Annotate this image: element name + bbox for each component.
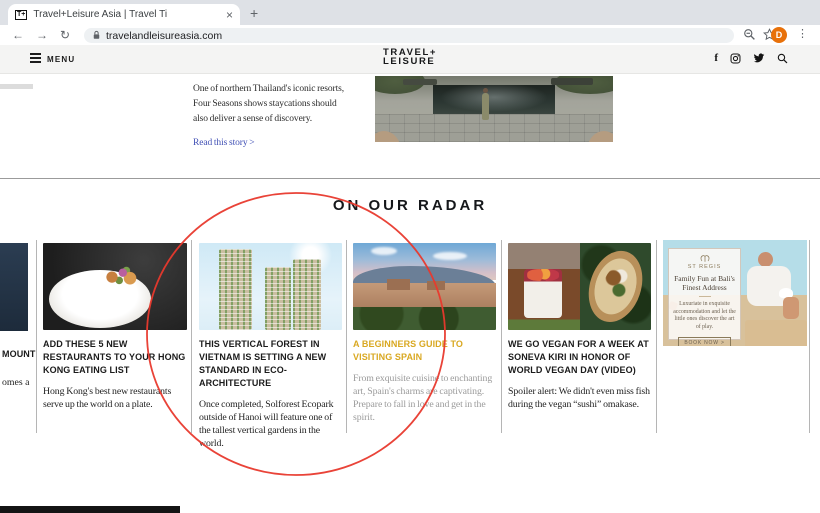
browser-tab[interactable]: T+ Travel+Leisure Asia | Travel Ti × bbox=[8, 4, 240, 25]
logo-line-2: LEISURE bbox=[383, 58, 437, 67]
browser-menu-icon[interactable]: ⋮ bbox=[797, 27, 808, 40]
plated-food bbox=[103, 265, 139, 287]
card-separator bbox=[656, 240, 657, 433]
card-excerpt: Spoiler alert: We didn't even miss fish … bbox=[508, 385, 651, 411]
fortress bbox=[353, 283, 496, 309]
ad-divider bbox=[699, 296, 711, 297]
ad-photo-sandcastle bbox=[745, 320, 807, 346]
card-image-alhambra[interactable] bbox=[353, 243, 496, 330]
wooden-platter bbox=[580, 244, 652, 329]
radar-card-spain-guide[interactable]: A BEGINNERS GUIDE TO VISITING SPAIN From… bbox=[353, 243, 496, 424]
facebook-icon[interactable]: f bbox=[714, 52, 718, 64]
new-tab-icon[interactable]: + bbox=[250, 4, 258, 22]
zoom-indicator-icon[interactable] bbox=[743, 28, 756, 41]
ad-text-panel[interactable]: ST REGIS Family Fun at Bali's Finest Add… bbox=[668, 248, 741, 340]
st-regis-crest-icon bbox=[699, 253, 711, 263]
previous-slide-fragment bbox=[0, 84, 33, 89]
radar-heading: ON OUR RADAR bbox=[0, 197, 820, 214]
radar-card-vietnam-vertical-forest[interactable]: THIS VERTICAL FOREST IN VIETNAM IS SETTI… bbox=[199, 243, 342, 450]
radar-card-hong-kong-restaurants[interactable]: ADD THESE 5 NEW RESTAURANTS TO YOUR HONG… bbox=[43, 243, 187, 411]
card-excerpt: From exquisite cuisine to enchanting art… bbox=[353, 372, 496, 424]
ad-photo-father bbox=[758, 252, 773, 267]
forward-icon[interactable]: → bbox=[36, 29, 48, 41]
card-separator bbox=[809, 240, 810, 433]
vegan-cake bbox=[524, 269, 563, 318]
hamburger-icon bbox=[30, 53, 41, 65]
menu-button[interactable]: MENU bbox=[30, 53, 75, 65]
twitter-icon[interactable] bbox=[753, 53, 765, 64]
cloud bbox=[371, 247, 397, 255]
card-title-link[interactable]: ADD THESE 5 NEW RESTAURANTS TO YOUR HONG… bbox=[43, 338, 187, 377]
featured-story-image[interactable] bbox=[375, 76, 613, 142]
lock-icon bbox=[92, 30, 101, 41]
resort-pool bbox=[433, 85, 555, 114]
screen: T+ Travel+Leisure Asia | Travel Ti × + ←… bbox=[0, 0, 820, 513]
ad-photo-child bbox=[783, 297, 799, 319]
profile-avatar[interactable]: D bbox=[771, 27, 787, 43]
social-links: f bbox=[714, 52, 788, 64]
tree-line bbox=[353, 307, 496, 330]
ad-headline: Family Fun at Bali's Finest Address bbox=[673, 274, 736, 292]
read-story-link[interactable]: Read this story > bbox=[193, 136, 345, 151]
section-divider bbox=[0, 178, 820, 179]
url-text: travelandleisureasia.com bbox=[106, 30, 222, 42]
card-separator bbox=[191, 240, 192, 433]
fortress-tower bbox=[427, 281, 444, 290]
close-tab-icon[interactable]: × bbox=[226, 8, 233, 22]
partial-card-body-fragment: omes a bbox=[2, 377, 29, 388]
stone-pavers bbox=[375, 114, 613, 142]
card-image-vegan-food[interactable] bbox=[508, 243, 651, 330]
browser-tab-bar: T+ Travel+Leisure Asia | Travel Ti × + bbox=[0, 0, 820, 25]
walking-figure bbox=[482, 93, 489, 120]
tab-title: Travel+Leisure Asia | Travel Ti bbox=[33, 9, 222, 20]
cloud bbox=[433, 252, 467, 260]
browser-toolbar: ← → ↻ travelandleisureasia.com D ⋮ bbox=[0, 25, 820, 45]
card-title-link[interactable]: A BEGINNERS GUIDE TO VISITING SPAIN bbox=[353, 338, 496, 364]
reload-icon[interactable]: ↻ bbox=[60, 29, 70, 41]
vertical-forest-tower bbox=[293, 259, 321, 330]
featured-excerpt: One of northern Thailand's iconic resort… bbox=[193, 84, 344, 124]
pool-lounger bbox=[551, 78, 593, 85]
card-excerpt: Hong Kong's best new restaurants serve u… bbox=[43, 385, 187, 411]
ad-brand-name: ST REGIS bbox=[673, 264, 736, 270]
card-image-plated-dish[interactable] bbox=[43, 243, 187, 330]
pool-lounger bbox=[403, 79, 437, 85]
back-icon[interactable]: ← bbox=[12, 29, 24, 41]
card-separator bbox=[36, 240, 37, 433]
partial-card-title-fragment[interactable]: MOUNT bbox=[2, 349, 36, 359]
radar-card-vegan-soneva-kiri[interactable]: WE GO VEGAN FOR A WEEK AT SONEVA KIRI IN… bbox=[508, 243, 651, 411]
radar-card-st-regis-ad[interactable]: ST REGIS Family Fun at Bali's Finest Add… bbox=[663, 240, 807, 346]
menu-label: MENU bbox=[47, 55, 75, 64]
card-image-green-towers[interactable] bbox=[199, 243, 342, 330]
bottom-banner-fragment bbox=[0, 506, 180, 513]
card-separator bbox=[346, 240, 347, 433]
card-separator bbox=[501, 240, 502, 433]
cake-photo bbox=[508, 243, 580, 330]
card-excerpt: Once completed, Solforest Ecopark outsid… bbox=[199, 398, 342, 450]
site-logo[interactable]: TRAVEL+ LEISURE bbox=[383, 49, 437, 66]
card-title-link[interactable]: WE GO VEGAN FOR A WEEK AT SONEVA KIRI IN… bbox=[508, 338, 651, 377]
fortress-tower bbox=[387, 279, 410, 289]
address-bar[interactable]: travelandleisureasia.com bbox=[84, 28, 734, 43]
site-favicon-icon: T+ bbox=[15, 10, 27, 20]
partial-card-image[interactable] bbox=[0, 243, 28, 331]
vertical-forest-tower bbox=[219, 249, 252, 330]
search-icon[interactable] bbox=[777, 53, 788, 64]
ad-body-text: Luxuriate in exquisite accommodation and… bbox=[673, 301, 736, 331]
ad-book-now-button[interactable]: BOOK NOW > bbox=[678, 337, 730, 346]
instagram-icon[interactable] bbox=[730, 53, 741, 64]
vertical-forest-tower bbox=[265, 267, 291, 330]
featured-story: One of northern Thailand's iconic resort… bbox=[193, 82, 345, 151]
site-header: MENU TRAVEL+ LEISURE f bbox=[0, 45, 820, 74]
platter-photo bbox=[580, 243, 652, 330]
card-title-link[interactable]: THIS VERTICAL FOREST IN VIETNAM IS SETTI… bbox=[199, 338, 342, 390]
